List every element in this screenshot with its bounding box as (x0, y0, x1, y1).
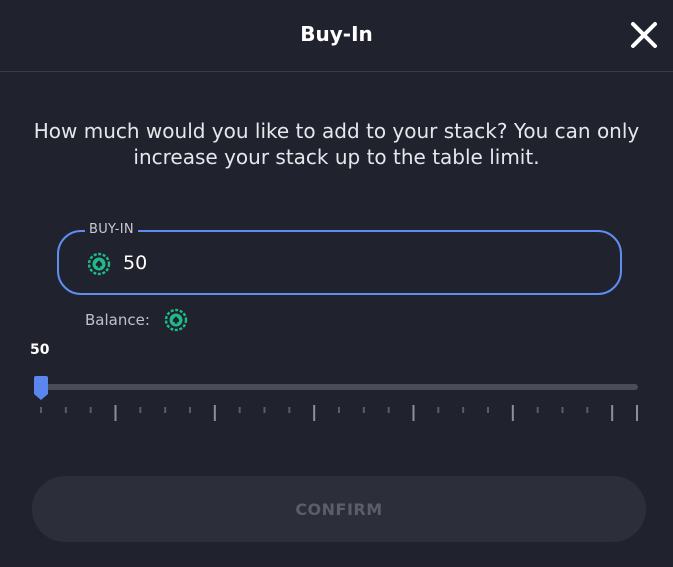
balance-label: Balance: (85, 311, 150, 329)
close-button[interactable] (627, 18, 661, 52)
slider-thumb[interactable] (33, 375, 49, 401)
slider-ticks (40, 405, 638, 421)
close-icon (631, 22, 657, 48)
buy-in-dialog: Buy-In How much would you like to add to… (0, 0, 673, 567)
buy-in-field[interactable]: BUY-IN (57, 222, 622, 295)
chip-icon (87, 252, 111, 276)
balance-row: Balance: (85, 308, 188, 332)
confirm-button[interactable]: CONFIRM (32, 476, 646, 542)
chip-icon (164, 308, 188, 332)
slider-value-label: 50 (30, 342, 50, 358)
buy-in-field-label: BUY-IN (85, 222, 138, 237)
buy-in-input[interactable] (123, 246, 583, 280)
buy-in-slider-track[interactable] (40, 384, 638, 390)
slider-handle-icon (34, 376, 48, 400)
dialog-title: Buy-In (300, 22, 373, 46)
dialog-header: Buy-In (0, 0, 673, 72)
buy-in-prompt: How much would you like to add to your s… (33, 119, 640, 169)
